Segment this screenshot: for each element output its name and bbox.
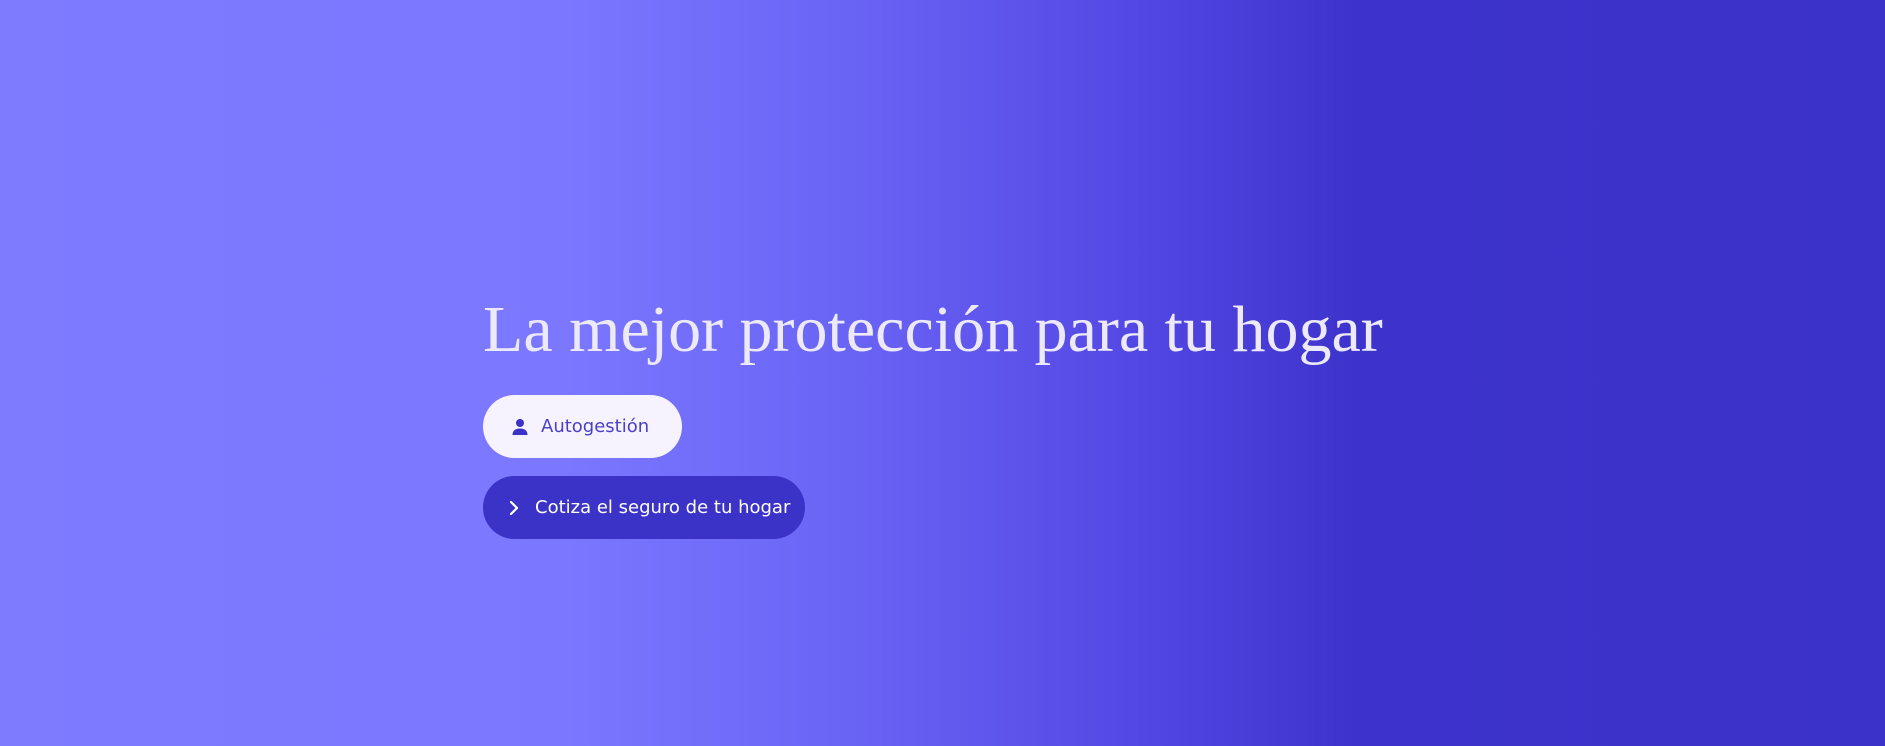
autogestion-button[interactable]: Autogestión — [483, 395, 682, 458]
cotiza-label: Cotiza el seguro de tu hogar — [535, 497, 791, 518]
autogestion-row: Autogestión — [483, 370, 1383, 458]
chevron-right-icon — [505, 499, 523, 517]
autogestion-label: Autogestión — [541, 416, 650, 437]
hero-content: La mejor protección para tu hogar Autoge… — [483, 290, 1383, 539]
hero-section: La mejor protección para tu hogar Autoge… — [0, 0, 1885, 746]
cotiza-seguro-button[interactable]: Cotiza el seguro de tu hogar — [483, 476, 805, 539]
hero-title: La mejor protección para tu hogar — [483, 293, 1383, 366]
user-icon — [511, 418, 529, 436]
cotiza-row: Cotiza el seguro de tu hogar — [483, 458, 1383, 539]
